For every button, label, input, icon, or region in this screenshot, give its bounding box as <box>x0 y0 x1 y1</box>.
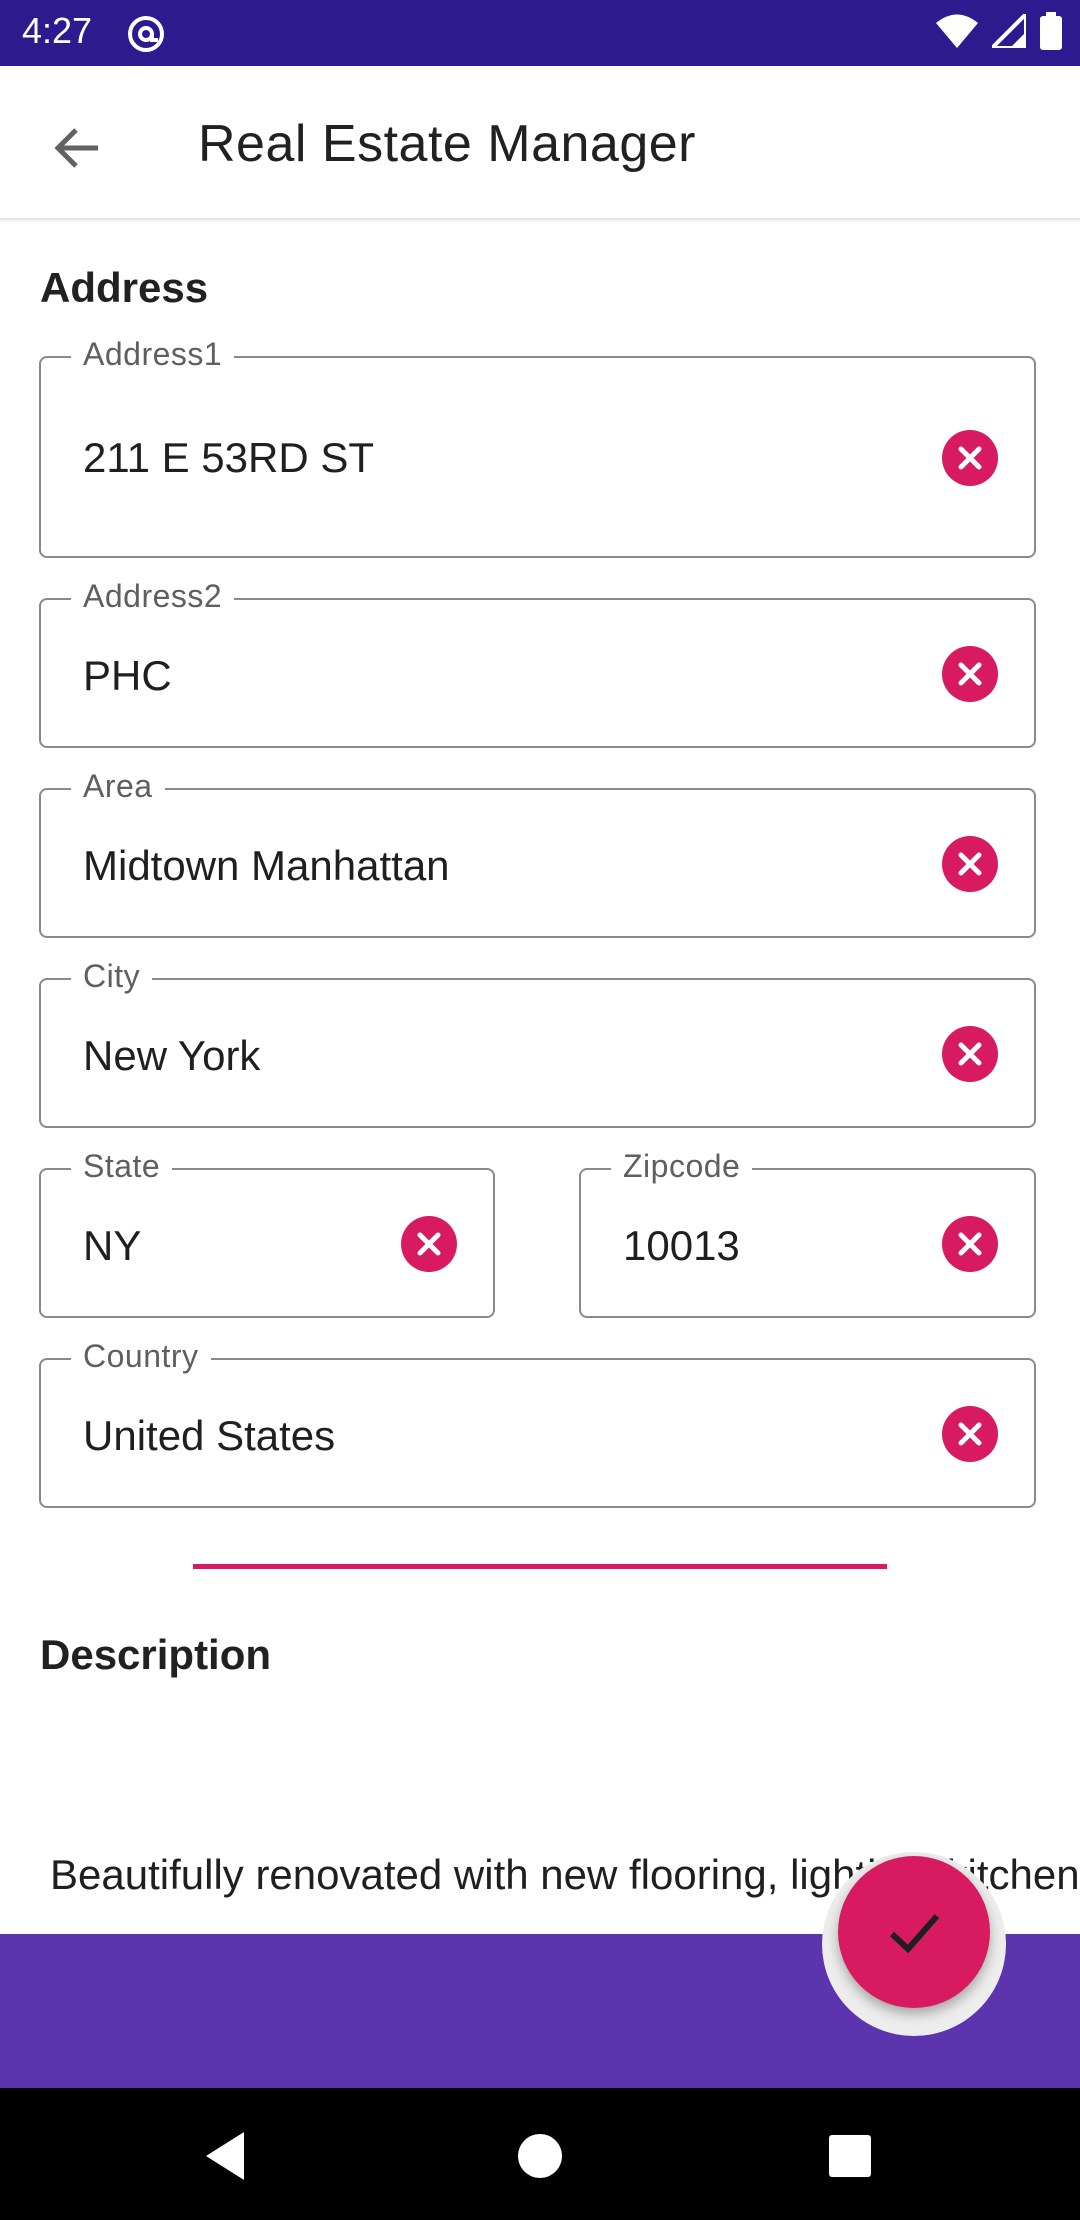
state-label: State <box>71 1148 173 1185</box>
cancel-icon <box>958 852 982 876</box>
description-heading: Description <box>40 1631 272 1678</box>
area-clear-button[interactable] <box>942 836 998 892</box>
cancel-icon <box>958 1042 982 1066</box>
area-field[interactable]: Area Midtown Manhattan <box>39 768 1036 938</box>
cancel-icon <box>958 1232 982 1256</box>
cancel-icon <box>958 446 982 470</box>
zipcode-label: Zipcode <box>611 1148 753 1185</box>
system-nav-bar <box>0 2088 1080 2220</box>
nav-back-button[interactable] <box>200 2128 256 2184</box>
app-bar: Real Estate Manager <box>0 66 1080 220</box>
area-label: Area <box>71 768 165 805</box>
app-title: Real Estate Manager <box>198 115 696 173</box>
at-sign-icon <box>126 14 166 54</box>
cell-signal-icon <box>987 9 1028 53</box>
nav-home-button[interactable] <box>512 2128 568 2184</box>
city-label: City <box>71 958 153 995</box>
cancel-icon <box>417 1232 441 1256</box>
circle-home-icon <box>518 2134 562 2178</box>
address1-field[interactable]: Address1 211 E 53RD ST <box>39 336 1036 558</box>
battery-icon <box>1040 12 1062 55</box>
state-field[interactable]: State NY <box>39 1148 495 1318</box>
status-bar: 4:27 <box>0 0 1080 66</box>
wifi-icon <box>936 14 978 53</box>
save-fab-button[interactable] <box>838 1856 990 2008</box>
country-field[interactable]: Country United States <box>39 1338 1036 1508</box>
section-divider <box>193 1564 887 1569</box>
back-button[interactable] <box>46 116 110 180</box>
state-input[interactable]: NY <box>83 1222 141 1270</box>
status-icons <box>936 9 1062 55</box>
area-input[interactable]: Midtown Manhattan <box>83 842 450 890</box>
zipcode-field[interactable]: Zipcode 10013 <box>579 1148 1036 1318</box>
zipcode-input[interactable]: 10013 <box>623 1222 740 1270</box>
country-clear-button[interactable] <box>942 1406 998 1462</box>
square-recents-icon <box>829 2135 871 2177</box>
cancel-icon <box>958 1422 982 1446</box>
address2-label: Address2 <box>71 578 235 615</box>
cancel-icon <box>958 662 982 686</box>
city-clear-button[interactable] <box>942 1026 998 1082</box>
address2-input[interactable]: PHC <box>83 652 172 700</box>
triangle-back-icon <box>206 2132 244 2180</box>
address1-clear-button[interactable] <box>942 430 998 486</box>
zipcode-clear-button[interactable] <box>942 1216 998 1272</box>
country-label: Country <box>71 1338 211 1375</box>
state-clear-button[interactable] <box>401 1216 457 1272</box>
status-time: 4:27 <box>22 10 93 51</box>
nav-recents-button[interactable] <box>822 2128 878 2184</box>
address2-field[interactable]: Address2 PHC <box>39 578 1036 748</box>
address1-label: Address1 <box>71 336 235 373</box>
arrow-back-icon <box>46 128 110 184</box>
city-input[interactable]: New York <box>83 1032 260 1080</box>
city-field[interactable]: City New York <box>39 958 1036 1128</box>
address1-input[interactable]: 211 E 53RD ST <box>83 434 374 482</box>
country-input[interactable]: United States <box>83 1412 335 1460</box>
address2-clear-button[interactable] <box>942 646 998 702</box>
address-heading: Address <box>40 264 209 311</box>
